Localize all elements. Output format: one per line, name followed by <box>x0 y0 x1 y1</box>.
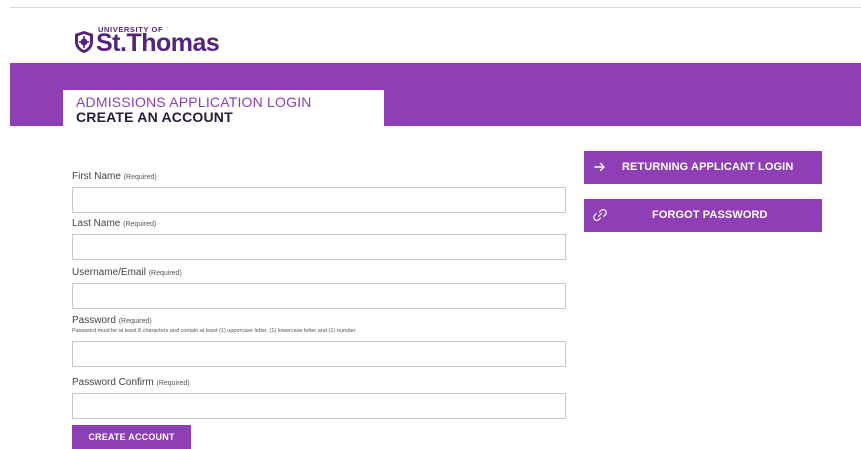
password-confirm-group: Password Confirm (Required) <box>72 376 566 419</box>
username-label-text: Username/Email <box>72 267 146 278</box>
arrow-right-icon <box>594 162 605 172</box>
required-note: (Required) <box>148 270 182 277</box>
link-icon <box>593 209 607 221</box>
page-title-line2: CREATE AN ACCOUNT <box>76 109 233 125</box>
password-confirm-label-text: Password Confirm <box>72 377 154 388</box>
top-divider <box>10 7 861 8</box>
first-name-label: First Name (Required) <box>72 170 566 183</box>
password-label-text: Password <box>72 315 116 326</box>
forgot-password-label: FORGOT PASSWORD <box>652 209 768 221</box>
password-confirm-label: Password Confirm (Required) <box>72 376 566 389</box>
password-label: Password (Required) <box>72 314 566 327</box>
password-hint: Password must be at least 8 characters a… <box>72 328 357 334</box>
password-group: Password (Required) Password must be at … <box>72 314 566 367</box>
create-account-button[interactable]: CREATE ACCOUNT <box>72 425 191 449</box>
last-name-label: Last Name (Required) <box>72 217 566 230</box>
password-input[interactable] <box>72 341 566 367</box>
last-name-label-text: Last Name <box>72 218 121 229</box>
required-note: (Required) <box>118 318 152 325</box>
page-title: ADMISSIONS APPLICATION LOGIN CREATE AN A… <box>63 90 384 126</box>
logo-name-text: St.Thomas <box>96 29 220 57</box>
returning-applicant-login-button[interactable]: RETURNING APPLICANT LOGIN <box>584 151 822 184</box>
required-note: (Required) <box>156 380 190 387</box>
page-title-line1: ADMISSIONS APPLICATION LOGIN <box>76 94 312 110</box>
required-note: (Required) <box>123 221 157 228</box>
crest-icon <box>75 31 93 53</box>
university-logo[interactable]: UNIVERSITY OF St.Thomas <box>74 24 274 58</box>
first-name-input[interactable] <box>72 187 566 213</box>
username-label: Username/Email (Required) <box>72 266 566 279</box>
last-name-group: Last Name (Required) <box>72 217 566 260</box>
required-note: (Required) <box>123 174 157 181</box>
forgot-password-button[interactable]: FORGOT PASSWORD <box>584 199 822 232</box>
first-name-label-text: First Name <box>72 171 121 182</box>
last-name-input[interactable] <box>72 234 566 260</box>
username-email-input[interactable] <box>72 283 566 309</box>
password-confirm-input[interactable] <box>72 393 566 419</box>
username-group: Username/Email (Required) <box>72 266 566 309</box>
returning-applicant-login-label: RETURNING APPLICANT LOGIN <box>622 161 794 173</box>
first-name-group: First Name (Required) <box>72 170 566 213</box>
